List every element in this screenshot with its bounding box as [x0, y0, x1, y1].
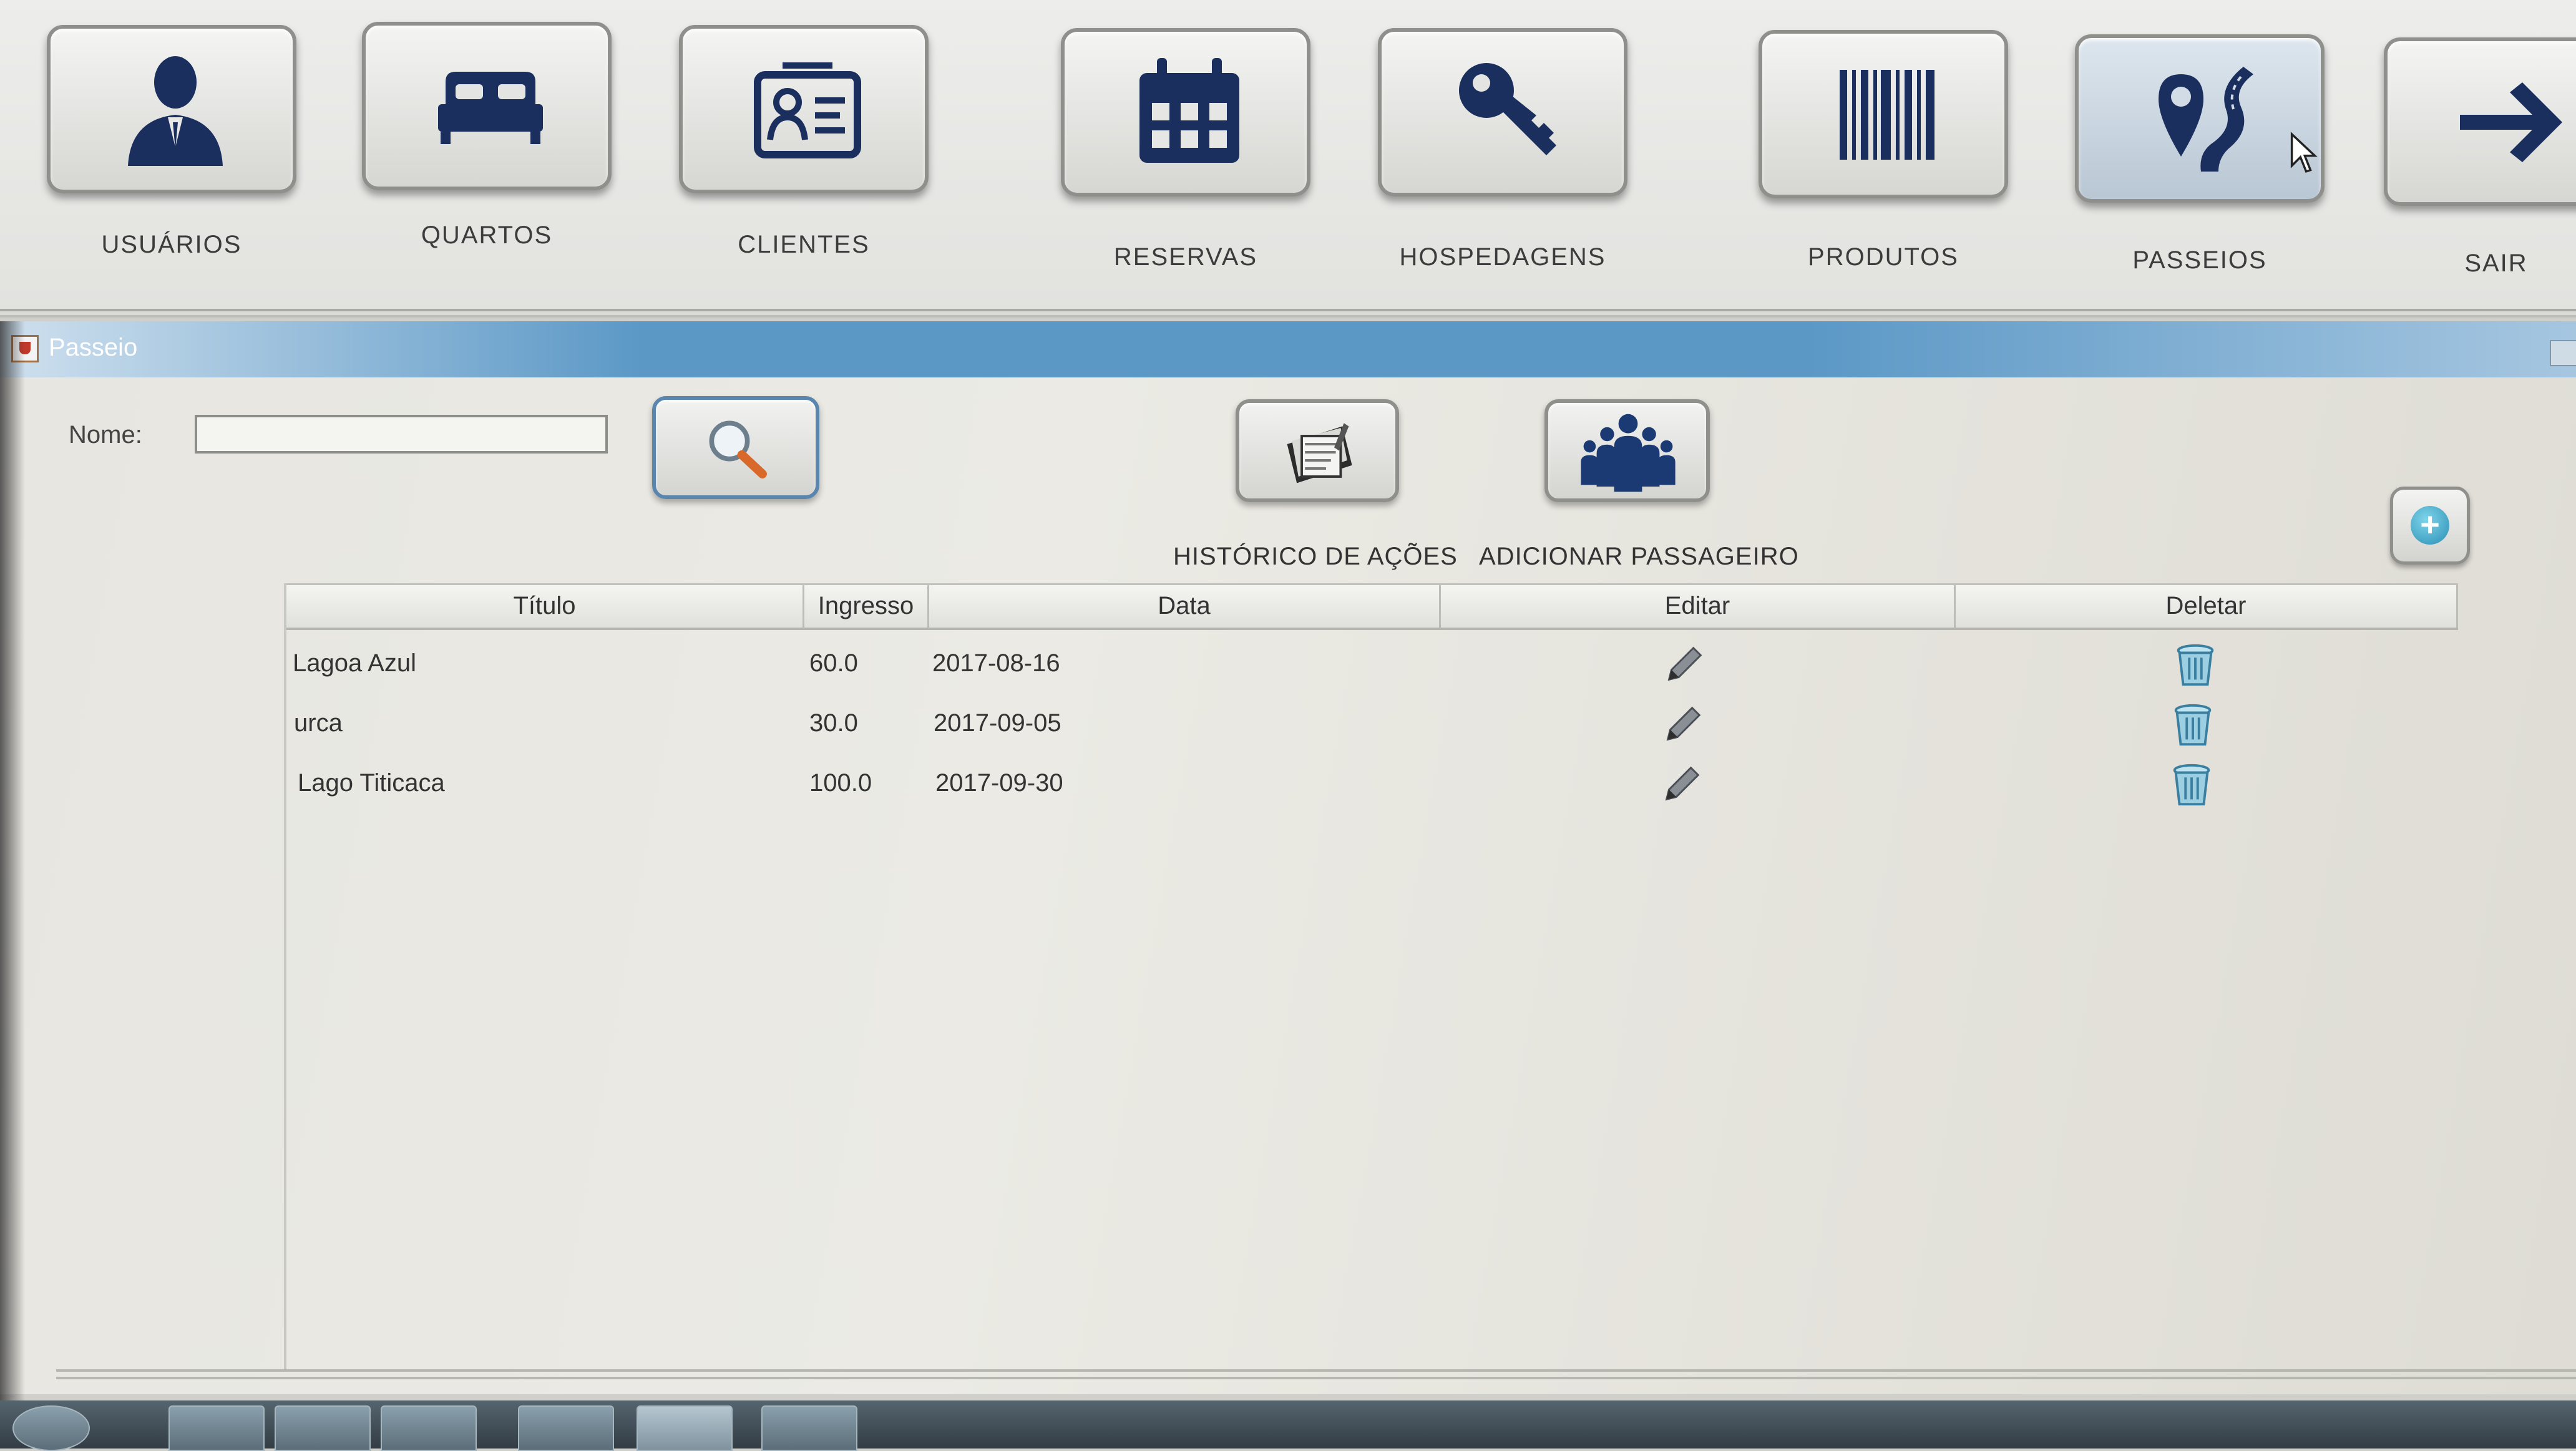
clientes-label: CLIENTES: [738, 231, 870, 258]
cell-ingresso: 60.0: [809, 649, 858, 677]
bed-icon: [438, 72, 543, 144]
column-header-titulo[interactable]: Título: [286, 585, 804, 628]
toolbar-button-sair[interactable]: SAIR: [2384, 25, 2576, 287]
column-header-data[interactable]: Data: [929, 585, 1441, 628]
minimize-button[interactable]: [2550, 340, 2576, 366]
toolbar-button-clientes[interactable]: CLIENTES: [679, 25, 935, 287]
taskbar-item[interactable]: [275, 1405, 371, 1451]
passeio-internal-frame: Passeio Nome: HISTÓRICO DE AÇÕES ADICION…: [0, 321, 2576, 1394]
pencil-icon: [1666, 706, 1701, 741]
trash-icon: [2173, 764, 2210, 806]
cell-data: 2017-09-05: [934, 709, 1061, 737]
active-taskbar-item[interactable]: [637, 1405, 733, 1451]
plus-icon: +: [2411, 506, 2449, 545]
sair-button[interactable]: [2384, 37, 2576, 206]
group-people-icon: [1581, 414, 1676, 492]
nome-search-input[interactable]: [195, 415, 608, 454]
main-toolbar: USUÁRIOS QUARTOS CLIENTES RESERVAS HOSPE…: [0, 0, 2576, 309]
usuarios-label: USUÁRIOS: [101, 231, 242, 258]
reservas-label: RESERVAS: [1113, 243, 1258, 271]
table-row[interactable]: Lago Titicaca 100.0 2017-09-30: [286, 753, 2458, 813]
chrome-taskbar-item[interactable]: [518, 1405, 614, 1451]
adicionar-passageiro-button[interactable]: [1544, 399, 1710, 502]
frame-bottom-border: [56, 1369, 2576, 1379]
pencil-icon: [1667, 646, 1702, 681]
passeios-label: PASSEIOS: [2132, 246, 2267, 274]
taskbar-item[interactable]: [381, 1405, 477, 1451]
search-button[interactable]: [652, 396, 819, 499]
usuarios-button[interactable]: [47, 25, 296, 193]
toolbar-button-quartos[interactable]: QUARTOS: [362, 22, 618, 287]
cell-ingresso: 30.0: [809, 709, 858, 737]
passeios-table: Título Ingresso Data Editar Deletar Lago…: [284, 583, 2458, 1369]
sair-label: SAIR: [2464, 250, 2528, 277]
quartos-label: QUARTOS: [421, 221, 553, 249]
cell-titulo: urca: [294, 709, 343, 737]
nome-label: Nome:: [69, 421, 142, 449]
barcode-icon: [1840, 70, 1934, 160]
pencil-icon: [1665, 766, 1700, 801]
cell-titulo: Lagoa Azul: [293, 649, 416, 677]
toolbar-button-usuarios[interactable]: USUÁRIOS: [47, 25, 303, 287]
clientes-button[interactable]: [679, 25, 929, 193]
passeios-button[interactable]: [2075, 34, 2325, 203]
hospedagens-button[interactable]: [1378, 28, 1627, 197]
map-pin-road-icon: [2159, 67, 2253, 172]
magnifier-icon: [709, 420, 767, 478]
windows-taskbar: [0, 1400, 2576, 1451]
cell-data: 2017-08-16: [932, 649, 1060, 677]
frame-title-bar[interactable]: Passeio: [0, 321, 2576, 377]
contact-card-icon: [754, 62, 861, 158]
toolbar-button-reservas[interactable]: RESERVAS: [1061, 25, 1317, 287]
trash-icon: [2174, 704, 2212, 746]
quartos-button[interactable]: [362, 22, 612, 190]
toolbar-separator: [0, 309, 2576, 318]
column-header-editar[interactable]: Editar: [1441, 585, 1956, 628]
table-row[interactable]: urca 30.0 2017-09-05: [286, 693, 2458, 753]
history-documents-icon: [1287, 423, 1352, 483]
historico-acoes-button[interactable]: [1236, 399, 1399, 502]
add-passeio-button[interactable]: +: [2390, 487, 2470, 565]
hospedagens-label: HOSPEDAGENS: [1399, 243, 1606, 271]
historico-acoes-label: HISTÓRICO DE AÇÕES: [1173, 543, 1458, 570]
column-header-deletar[interactable]: Deletar: [1956, 585, 2458, 628]
toolbar-button-produtos[interactable]: PRODUTOS: [1759, 25, 2014, 287]
arrow-right-icon: [2460, 82, 2562, 162]
table-row[interactable]: Lagoa Azul 60.0 2017-08-16: [286, 633, 2458, 693]
java-taskbar-item[interactable]: [761, 1405, 857, 1451]
produtos-button[interactable]: [1759, 30, 2008, 198]
reservas-button[interactable]: [1061, 28, 1310, 197]
mouse-cursor-icon: [2290, 132, 2318, 173]
calendar-icon: [1139, 58, 1239, 163]
toolbar-button-hospedagens[interactable]: HOSPEDAGENS: [1378, 25, 1634, 287]
trash-icon: [2177, 644, 2214, 686]
cell-titulo: Lago Titicaca: [298, 769, 445, 797]
column-header-ingresso[interactable]: Ingresso: [804, 585, 929, 628]
produtos-label: PRODUTOS: [1808, 243, 1959, 271]
user-icon: [128, 56, 223, 166]
screen-edge-shadow: [0, 321, 25, 1449]
taskbar-item[interactable]: [168, 1405, 265, 1451]
start-button[interactable]: [12, 1405, 90, 1451]
frame-title: Passeio: [49, 334, 138, 361]
adicionar-passageiro-label: ADICIONAR PASSAGEIRO: [1479, 543, 1799, 570]
cell-data: 2017-09-30: [935, 769, 1063, 797]
table-header: Título Ingresso Data Editar Deletar: [286, 583, 2458, 630]
cell-ingresso: 100.0: [809, 769, 872, 797]
key-icon: [1459, 63, 1556, 155]
